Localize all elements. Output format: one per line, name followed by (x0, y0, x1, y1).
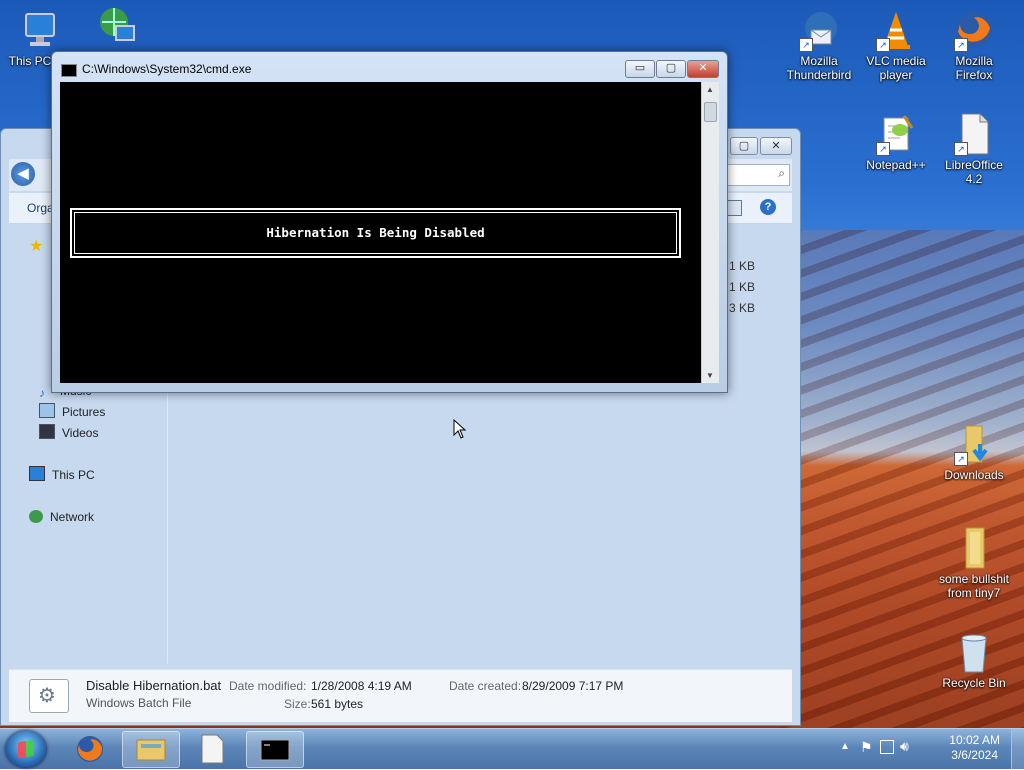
shortcut-arrow-icon: ↗ (954, 452, 968, 466)
date-modified-value: 1/28/2008 4:19 AM (311, 679, 412, 693)
system-tray: ▲ ⚑ 🔊︎ 10:02 AM 3/6/2024 (834, 729, 1024, 769)
firefox-taskbar-icon[interactable] (62, 731, 118, 766)
cmd-window: C:\Windows\System32\cmd.exe ▭ ▢ ✕ Hibernat… (51, 51, 728, 393)
network-icon (29, 510, 43, 523)
desktop-icon-network[interactable] (80, 4, 152, 50)
desktop-icon-recycle-bin[interactable]: Recycle Bin (938, 630, 1010, 690)
desktop-icon-vlc[interactable]: ↗ VLC media player (860, 8, 932, 82)
network-globe-icon (94, 4, 138, 48)
videos-icon (39, 424, 55, 439)
desktop-icon-label: Recycle Bin (942, 676, 1006, 690)
desktop-icon-libreoffice[interactable]: ↗ LibreOffice 4.2 (938, 112, 1010, 186)
folder-icon (952, 526, 996, 570)
file-size-cell: 1 KB (729, 259, 756, 273)
batch-file-icon (29, 679, 69, 713)
computer-icon (18, 8, 62, 52)
desktop-icon-label: Mozilla Firefox (955, 54, 993, 82)
cmd-title-buttons: ▭ ▢ ✕ (624, 60, 719, 78)
date-modified-label: Date modified: (229, 679, 307, 693)
desktop-icon-folder[interactable]: some bullshit from tiny7 (932, 526, 1016, 600)
back-button[interactable]: ◀ (11, 162, 35, 186)
cmd-app-icon (61, 64, 77, 77)
volume-icon[interactable]: 🔊︎ (900, 738, 909, 755)
nav-item-this-pc[interactable]: This PC (29, 466, 95, 484)
nav-item-pictures[interactable]: Pictures (39, 403, 105, 421)
desktop-icon-label: some bullshit from tiny7 (938, 572, 1010, 600)
recycle-bin-icon (952, 630, 996, 674)
details-file-name: Disable Hibernation.bat (86, 678, 222, 693)
help-icon[interactable]: ? (760, 199, 776, 215)
explorer-title-buttons: ▢ ✕ (728, 137, 792, 155)
desktop: This PC ↗ Mozilla Thunderbird ↗ VLC medi… (0, 0, 1024, 728)
close-button[interactable]: ✕ (687, 60, 719, 78)
organize-button[interactable]: Orga (27, 201, 54, 215)
details-file-type: Windows Batch File (86, 696, 192, 710)
size-value: 561 bytes (311, 697, 364, 711)
desktop-icon-label: This PC (8, 54, 52, 68)
desktop-icon-thunderbird[interactable]: ↗ Mozilla Thunderbird (783, 8, 855, 82)
pictures-icon (39, 403, 55, 418)
clock-time: 10:02 AM (949, 733, 1000, 747)
close-button[interactable]: ✕ (760, 137, 792, 155)
details-pane: Disable Hibernation.bat Windows Batch Fi… (9, 669, 792, 722)
downloads-folder-icon: ↗ (952, 422, 996, 466)
desktop-icon-label: LibreOffice 4.2 (945, 158, 1003, 186)
shortcut-arrow-icon: ↗ (954, 38, 968, 52)
maximize-button[interactable]: ▢ (730, 137, 758, 155)
explorer-taskbar-icon[interactable] (122, 731, 180, 768)
shortcut-arrow-icon: ↗ (876, 142, 890, 156)
notepadpp-icon: ↗ (874, 112, 918, 156)
maximize-button[interactable]: ▢ (656, 60, 686, 78)
cmd-window-title: C:\Windows\System32\cmd.exe (82, 62, 252, 76)
date-created-value: 8/29/2009 7:17 PM (522, 679, 624, 693)
view-options-icon[interactable] (726, 200, 742, 216)
show-hidden-icons-icon[interactable]: ▲ (840, 741, 850, 752)
action-center-flag-icon[interactable]: ⚑ (860, 739, 873, 756)
firefox-icon: ↗ (952, 8, 996, 52)
thunderbird-icon: ↗ (797, 8, 841, 52)
network-tray-icon[interactable] (880, 740, 894, 754)
search-icon: ⌕ (778, 166, 785, 180)
cmd-taskbar-icon[interactable] (246, 731, 304, 768)
minimize-button[interactable]: ▭ (625, 60, 655, 78)
vlc-cone-icon: ↗ (874, 8, 918, 52)
favorites-star-icon[interactable]: ★ (29, 236, 43, 256)
desktop-icon-label: Downloads (944, 468, 1004, 482)
start-button[interactable] (6, 731, 46, 767)
clock[interactable]: 10:02 AM 3/6/2024 (949, 733, 1000, 763)
document-taskbar-icon[interactable] (184, 731, 240, 766)
console-banner: Hibernation Is Being Disabled (70, 208, 681, 258)
clock-date: 3/6/2024 (951, 748, 998, 762)
libreoffice-doc-icon: ↗ (952, 112, 996, 156)
shortcut-arrow-icon: ↗ (876, 38, 890, 52)
shortcut-arrow-icon: ↗ (799, 38, 813, 52)
desktop-icon-label: Notepad++ (866, 158, 926, 172)
desktop-icon-firefox[interactable]: ↗ Mozilla Firefox (938, 8, 1010, 82)
nav-item-network[interactable]: Network (29, 508, 94, 526)
nav-item-videos[interactable]: Videos (39, 424, 98, 442)
taskbar: ▲ ⚑ 🔊︎ 10:02 AM 3/6/2024 (0, 728, 1024, 769)
desktop-icon-notepadpp[interactable]: ↗ Notepad++ (860, 112, 932, 172)
scroll-down-arrow-icon[interactable]: ▼ (706, 371, 714, 380)
console-output[interactable]: Hibernation Is Being Disabled (60, 82, 701, 383)
desktop-icon-label: VLC media player (866, 54, 926, 82)
size-label: Size: (284, 697, 311, 711)
desktop-icon-downloads[interactable]: ↗ Downloads (938, 422, 1010, 482)
desktop-icon-label: Mozilla Thunderbird (786, 54, 852, 82)
scrollbar-thumb[interactable] (704, 102, 717, 122)
computer-icon (29, 466, 45, 481)
console-scrollbar[interactable]: ▲ ▼ (701, 82, 719, 383)
shortcut-arrow-icon: ↗ (954, 142, 968, 156)
file-size-cell: 1 KB (729, 280, 756, 294)
scroll-up-arrow-icon[interactable]: ▲ (706, 85, 714, 94)
date-created-label: Date created: (449, 679, 522, 693)
file-size-cell: 3 KB (729, 301, 756, 315)
search-input[interactable]: ⌕ (724, 164, 790, 186)
console-banner-text: Hibernation Is Being Disabled (74, 212, 677, 254)
show-desktop-button[interactable] (1011, 729, 1024, 769)
